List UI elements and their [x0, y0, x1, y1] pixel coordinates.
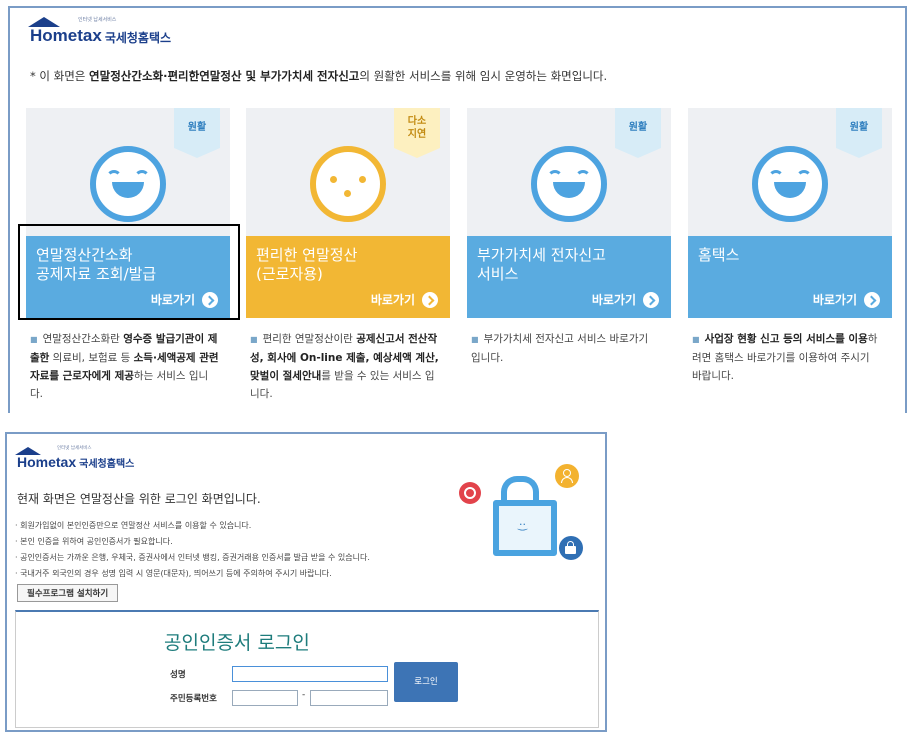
status-badge: 원활: [836, 108, 882, 158]
notice-list: · 회원가입없이 본인인증만으로 연말정산 서비스를 이용할 수 있습니다. ·…: [15, 518, 370, 582]
smile-icon: [752, 146, 828, 222]
logo-tagline: 인터넷 납세서비스: [57, 446, 92, 451]
list-item: · 공인인증서는 가까운 은행, 우체국, 증권사에서 인터넷 뱅킹, 증권거래…: [15, 553, 370, 562]
card-title: 부가가치세 전자신고 서비스: [477, 246, 606, 283]
install-program-button[interactable]: 필수프로그램 설치하기: [17, 584, 119, 602]
year-end-settlement-portal: 인터넷 납세서비스 Hometax 국세청홈택스 * 이 화면은 연말정산간소화…: [8, 6, 907, 413]
logo-tagline: 인터넷 납세서비스: [78, 17, 117, 23]
card-hometax[interactable]: 원활 홈택스 바로가기: [688, 108, 892, 318]
card-convenient-settlement[interactable]: 다소 지연 편리한 연말정산 (근로자용) 바로가기: [246, 108, 450, 318]
user-icon: [555, 464, 579, 488]
card-vat-filing[interactable]: 원활 부가가치세 전자신고 서비스 바로가기: [467, 108, 671, 318]
smile-icon: [531, 146, 607, 222]
arrow-right-icon: [864, 291, 880, 308]
highlight-box: [18, 224, 240, 320]
clock-icon: [459, 482, 481, 504]
lock-body: ·͜·: [493, 500, 557, 556]
status-badge: 다소 지연: [394, 108, 440, 158]
smile-icon: [90, 146, 166, 222]
lock-illustration: ·͜·: [457, 464, 597, 560]
hometax-logo[interactable]: 인터넷 납세서비스 Hometax 국세청홈택스: [15, 446, 135, 470]
name-label: 성명: [170, 670, 186, 680]
shortcut-button[interactable]: 바로가기: [371, 291, 438, 308]
login-title: 공인인증서 로그인: [164, 632, 310, 654]
notice-text: * 이 화면은 연말정산간소화·편리한연말정산 및 부가가치세 전자신고의 원활…: [30, 69, 608, 83]
rrn-back-input[interactable]: [310, 690, 388, 706]
status-badge: 원활: [615, 108, 661, 158]
arrow-right-icon: [643, 291, 659, 308]
status-badge: 원활: [174, 108, 220, 158]
rrn-separator: -: [302, 690, 306, 700]
card-description: ■ 편리한 연말정산이란 공제신고서 전산작성, 회사에 On-line 제출, …: [250, 333, 439, 400]
intro-text: 현재 화면은 연말정산을 위한 로그인 화면입니다.: [17, 492, 261, 506]
card-panel[interactable]: 홈택스 바로가기: [688, 236, 892, 318]
card-description: ■ 연말정산간소화란 영수증 발급기관이 제출한 의료비, 보험료 등 소득·세액…: [30, 333, 219, 400]
certificate-login-box: 공인인증서 로그인 성명 주민등록번호 - 로그인: [15, 610, 599, 728]
list-item: · 본인 인증을 위하여 공인인증서가 필요합니다.: [15, 537, 173, 546]
logo-mark: Hometax: [15, 447, 76, 470]
card-title: 홈택스: [698, 246, 740, 264]
card-panel[interactable]: 편리한 연말정산 (근로자용) 바로가기: [246, 236, 450, 318]
name-input[interactable]: [232, 666, 388, 682]
logo-mark: Hometax: [28, 17, 102, 46]
lock-icon: [559, 536, 583, 560]
shortcut-button[interactable]: 바로가기: [592, 291, 659, 308]
neutral-face-icon: [310, 146, 386, 222]
list-item: · 국내거주 외국인의 경우 성명 입력 시 영문(대문자), 띄어쓰기 등에 …: [15, 569, 332, 578]
shortcut-button[interactable]: 바로가기: [813, 291, 880, 308]
card-title: 편리한 연말정산 (근로자용): [256, 246, 358, 283]
arrow-right-icon: [422, 291, 438, 308]
logo-korean-text: 국세청홈택스: [104, 31, 172, 45]
login-button[interactable]: 로그인: [394, 662, 458, 702]
logo-korean-text: 국세청홈택스: [79, 459, 135, 470]
list-item: · 회원가입없이 본인인증만으로 연말정산 서비스를 이용할 수 있습니다.: [15, 521, 252, 530]
rrn-label: 주민등록번호: [170, 694, 217, 704]
hometax-logo[interactable]: 인터넷 납세서비스 Hometax 국세청홈택스: [28, 17, 172, 46]
rrn-front-input[interactable]: [232, 690, 298, 706]
card-description: ■ 부가가치세 전자신고 서비스 바로가기 입니다.: [471, 333, 649, 364]
certificate-login-page: 인터넷 납세서비스 Hometax 국세청홈택스 현재 화면은 연말정산을 위한…: [5, 432, 607, 732]
card-panel[interactable]: 부가가치세 전자신고 서비스 바로가기: [467, 236, 671, 318]
card-description: ■ 사업장 현황 신고 등의 서비스를 이용하려면 홈택스 바로가기를 이용하여 …: [692, 333, 878, 382]
